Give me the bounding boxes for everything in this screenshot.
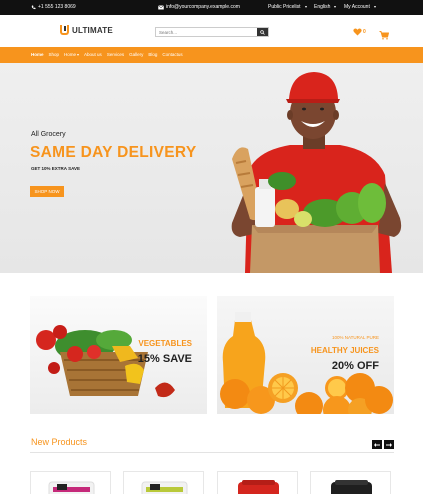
pricelist-dropdown[interactable]: Public Pricelist	[268, 4, 307, 10]
pricelist-label: Public Pricelist	[268, 4, 301, 10]
product-card[interactable]	[30, 471, 111, 494]
account-dropdown[interactable]: My Account	[344, 4, 376, 10]
email-address: info@yourcompany.example.com	[166, 4, 240, 10]
account-label: My Account	[344, 4, 370, 10]
new-products-title: New Products	[31, 437, 88, 447]
nav-item-label: Services	[106, 52, 125, 57]
nav-item-blog[interactable]: Blog	[148, 52, 157, 57]
nav-item-gallery[interactable]: Gallery	[129, 52, 143, 57]
wishlist-button[interactable]: 0	[353, 28, 366, 36]
language-label: English	[314, 4, 331, 10]
section-divider	[30, 452, 394, 453]
main-nav: Home Shop Home About us Services Gallery…	[0, 47, 423, 63]
wishlist-count: 0	[363, 29, 366, 35]
search-button[interactable]	[257, 28, 268, 36]
nav-item-services[interactable]: Services	[107, 52, 124, 57]
nav-item-label: Contactus	[162, 52, 183, 57]
nav-item-label: Shop	[48, 52, 60, 57]
site-logo[interactable]: ULTIMATE	[60, 25, 113, 35]
product-image	[331, 480, 372, 494]
promo-vegetables-tag: VEGETABLES	[138, 339, 192, 348]
promo-vegetables[interactable]: VEGETABLES 15% SAVE	[30, 296, 207, 414]
nav-item-label: Gallery	[129, 52, 144, 57]
search-bar	[155, 27, 269, 37]
product-card[interactable]	[217, 471, 298, 494]
hero-title: SAME DAY DELIVERY	[30, 144, 197, 161]
email-contact[interactable]: info@yourcompany.example.com	[158, 4, 240, 10]
phone-number: +1 555 123 8069	[38, 4, 76, 10]
nav-item-label: About us	[84, 52, 102, 57]
shop-now-button[interactable]: SHOP NOW	[30, 186, 64, 197]
nav-item-label: Blog	[148, 52, 158, 57]
chevron-down-icon	[304, 6, 307, 8]
cart-icon	[379, 31, 389, 40]
top-bar: +1 555 123 8069 info@yourcompany.example…	[0, 0, 423, 15]
search-input[interactable]	[156, 28, 257, 36]
phone-contact[interactable]: +1 555 123 8069	[31, 4, 76, 10]
nav-item-label: Home	[64, 52, 77, 57]
carousel-next-button[interactable]	[384, 440, 394, 449]
arrow-left-icon	[374, 442, 380, 447]
nav-item-home-dropdown[interactable]: Home	[64, 52, 80, 57]
chevron-down-icon	[373, 6, 376, 8]
carousel-prev-button[interactable]	[372, 440, 382, 449]
promo-juices-subtitle: 100% NATURAL PURE	[331, 335, 379, 340]
promo-juices-discount: 20% OFF	[331, 360, 379, 372]
chevron-down-icon	[334, 6, 337, 8]
nav-item-label: Home	[31, 52, 44, 57]
cart-button[interactable]	[379, 27, 389, 45]
logo-text: ULTIMATE	[72, 25, 113, 35]
hero-pretitle: All Grocery	[31, 131, 66, 138]
heart-icon	[353, 28, 362, 36]
promo-vegetables-discount: 15% SAVE	[137, 353, 192, 365]
arrow-right-icon	[386, 442, 392, 447]
site-header: ULTIMATE 0	[0, 15, 423, 47]
product-image	[238, 480, 279, 494]
hero-subtitle: GET 10% EXTRA SAVE	[31, 166, 81, 171]
promo-juices[interactable]: 100% NATURAL PURE HEALTHY JUICES 20% OFF	[217, 296, 394, 414]
chevron-down-icon	[77, 53, 80, 56]
nav-item-about-us[interactable]: About us	[84, 52, 102, 57]
hero-banner: All Grocery SAME DAY DELIVERY GET 10% EX…	[0, 63, 423, 273]
product-card[interactable]	[310, 471, 391, 494]
phone-icon	[31, 5, 36, 9]
product-image	[141, 481, 188, 494]
language-dropdown[interactable]: English	[314, 4, 337, 10]
promo-juices-tag: HEALTHY JUICES	[310, 346, 379, 355]
orange-juice-image	[220, 312, 393, 414]
search-icon	[260, 29, 265, 35]
nav-item-home[interactable]: Home	[31, 52, 44, 57]
product-image	[48, 481, 95, 494]
nav-item-contact-us[interactable]: Contactus	[162, 52, 182, 57]
logo-icon	[60, 25, 69, 35]
nav-item-shop[interactable]: Shop	[49, 52, 60, 57]
envelope-icon	[158, 4, 164, 9]
product-card[interactable]	[123, 471, 204, 494]
